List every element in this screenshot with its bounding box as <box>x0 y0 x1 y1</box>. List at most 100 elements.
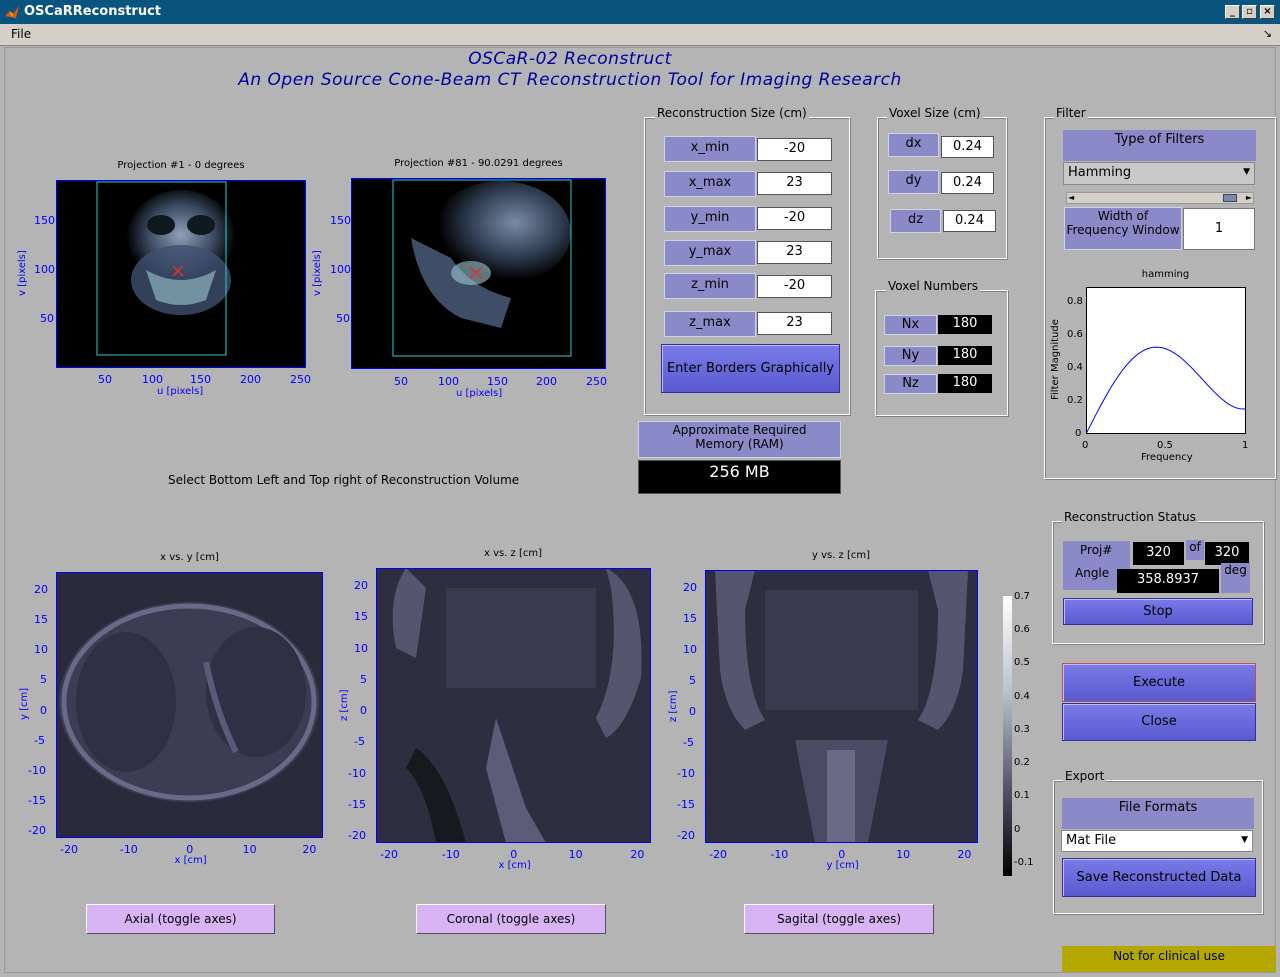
deg-label: deg <box>1221 563 1250 593</box>
colorbar-tick: 0 <box>1014 824 1021 835</box>
memory-value: 256 MB <box>638 460 841 494</box>
projection-2-image[interactable] <box>351 178 606 369</box>
view-ytick: 10 <box>683 643 697 656</box>
slider-left-arrow-icon[interactable]: ◄ <box>1068 193 1074 202</box>
view-ytick: 20 <box>683 581 697 594</box>
voxel-numbers-label: Voxel Numbers <box>886 279 980 293</box>
p1-xtick: 250 <box>290 373 311 386</box>
file-format-dropdown[interactable]: Mat File ▼ <box>1061 830 1253 852</box>
p1-ytick: 150 <box>34 214 55 227</box>
coronal-toggle-button[interactable]: Coronal (toggle axes) <box>416 904 606 934</box>
ny-value: 180 <box>938 346 992 365</box>
nx-label: Nx <box>884 315 937 335</box>
dx-input[interactable]: 0.24 <box>941 136 994 158</box>
projection-1-image[interactable] <box>56 180 306 368</box>
filter-slider[interactable]: ◄ ► <box>1066 192 1254 204</box>
view-ytick: -5 <box>683 736 694 749</box>
view-ytick: -5 <box>354 735 365 749</box>
filter-ytick: 0.6 <box>1067 329 1083 340</box>
y-min-input[interactable]: -20 <box>757 207 832 230</box>
z-max-input[interactable]: 23 <box>757 312 832 335</box>
projection-1-title: Projection #1 - 0 degrees <box>117 160 245 171</box>
slider-right-arrow-icon[interactable]: ► <box>1246 193 1252 202</box>
filter-xtick: 0.5 <box>1157 440 1173 451</box>
filter-magnitude-plot <box>1086 287 1246 434</box>
of-label: of <box>1186 540 1204 560</box>
slider-thumb[interactable] <box>1223 194 1237 202</box>
filter-type-label: Type of Filters <box>1063 130 1256 161</box>
x-max-label: x_max <box>664 171 756 197</box>
select-instruction: Select Bottom Left and Top right of Reco… <box>168 473 520 487</box>
sagittal-toggle-button[interactable]: Sagital (toggle axes) <box>744 904 934 934</box>
frequency-window-input[interactable]: 1 <box>1183 208 1255 250</box>
colorbar-tick: 0.3 <box>1014 724 1030 735</box>
sagittal-slice-image[interactable] <box>705 570 978 843</box>
view-xtick: -20 <box>709 848 728 861</box>
close-button[interactable]: Close <box>1062 703 1256 741</box>
filter-ylabel: Filter Magnitude <box>1050 319 1061 400</box>
execute-button[interactable]: Execute <box>1062 663 1256 702</box>
view-ytick: 20 <box>354 579 368 592</box>
view-ytick: 0 <box>689 705 696 718</box>
x-min-input[interactable]: -20 <box>757 138 832 161</box>
p1-xtick: 200 <box>240 373 261 386</box>
filter-xlabel: Frequency <box>1141 452 1193 463</box>
view-ytick: -10 <box>28 763 46 777</box>
view-ytick: 5 <box>360 672 367 686</box>
colorbar-tick: 0.5 <box>1014 657 1030 668</box>
menu-file[interactable]: File <box>11 27 31 41</box>
coronal-slice-image[interactable] <box>376 568 651 843</box>
view-ytick: 20 <box>34 583 48 596</box>
dz-label: dz <box>890 209 941 233</box>
nz-label: Nz <box>884 374 937 394</box>
close-window-button[interactable]: × <box>1260 5 1275 19</box>
p1-ylabel: v [pixels] <box>17 250 28 296</box>
axial-slice-image[interactable] <box>56 572 323 838</box>
view-xtick: 20 <box>630 848 645 861</box>
view-xtick: -10 <box>441 848 460 861</box>
axial-toggle-button[interactable]: Axial (toggle axes) <box>86 904 275 934</box>
view-xlabel: x [cm] <box>498 860 531 871</box>
z-max-label: z_max <box>664 311 756 337</box>
minimize-button[interactable]: _ <box>1225 5 1240 19</box>
z-min-input[interactable]: -20 <box>757 275 832 298</box>
nz-value: 180 <box>938 374 992 393</box>
p1-xtick: 150 <box>190 373 211 386</box>
view-xtick: -10 <box>119 843 138 856</box>
view-xtick: -20 <box>60 843 79 856</box>
enter-borders-graphically-button[interactable]: Enter Borders Graphically <box>661 344 840 393</box>
angle-label: Angle <box>1075 566 1110 580</box>
file-format-value: Mat File <box>1066 833 1117 848</box>
angle-value: 358.8937 <box>1117 569 1219 593</box>
save-reconstructed-data-button[interactable]: Save Reconstructed Data <box>1062 858 1256 897</box>
filter-type-dropdown[interactable]: Hamming ▼ <box>1063 162 1255 185</box>
view-ylabel: z [cm] <box>668 690 679 722</box>
view-ytick: 15 <box>34 613 48 627</box>
resize-grip-icon: ↘ <box>1262 27 1272 40</box>
view-xtick: 10 <box>568 848 583 861</box>
voxel-size-label: Voxel Size (cm) <box>887 106 983 120</box>
colorbar-tick: 0.7 <box>1014 591 1030 602</box>
maximize-button[interactable]: ▫ <box>1242 5 1257 19</box>
axial-view-title: x vs. y [cm] <box>160 552 219 563</box>
dropdown-arrow-icon: ▼ <box>1241 835 1248 845</box>
p2-xtick: 100 <box>438 375 459 388</box>
view-ytick: 5 <box>689 674 696 687</box>
y-max-label: y_max <box>664 240 756 266</box>
x-max-input[interactable]: 23 <box>757 172 832 195</box>
colorbar-tick: -0.1 <box>1014 857 1034 868</box>
view-ytick: 10 <box>354 641 368 655</box>
y-max-input[interactable]: 23 <box>757 241 832 264</box>
filter-ytick: 0.2 <box>1067 395 1083 406</box>
view-xlabel: x [cm] <box>174 855 207 866</box>
filter-label: Filter <box>1054 106 1088 120</box>
sagittal-view-title: y vs. z [cm] <box>811 550 871 561</box>
matlab-logo-icon <box>5 6 19 18</box>
view-ytick: 15 <box>683 612 697 625</box>
view-xtick: 20 <box>302 843 317 856</box>
dz-input[interactable]: 0.24 <box>943 210 996 232</box>
filter-ytick: 0.4 <box>1067 362 1083 373</box>
dy-input[interactable]: 0.24 <box>941 172 994 194</box>
file-formats-label: File Formats <box>1062 798 1254 829</box>
stop-button[interactable]: Stop <box>1063 598 1253 625</box>
